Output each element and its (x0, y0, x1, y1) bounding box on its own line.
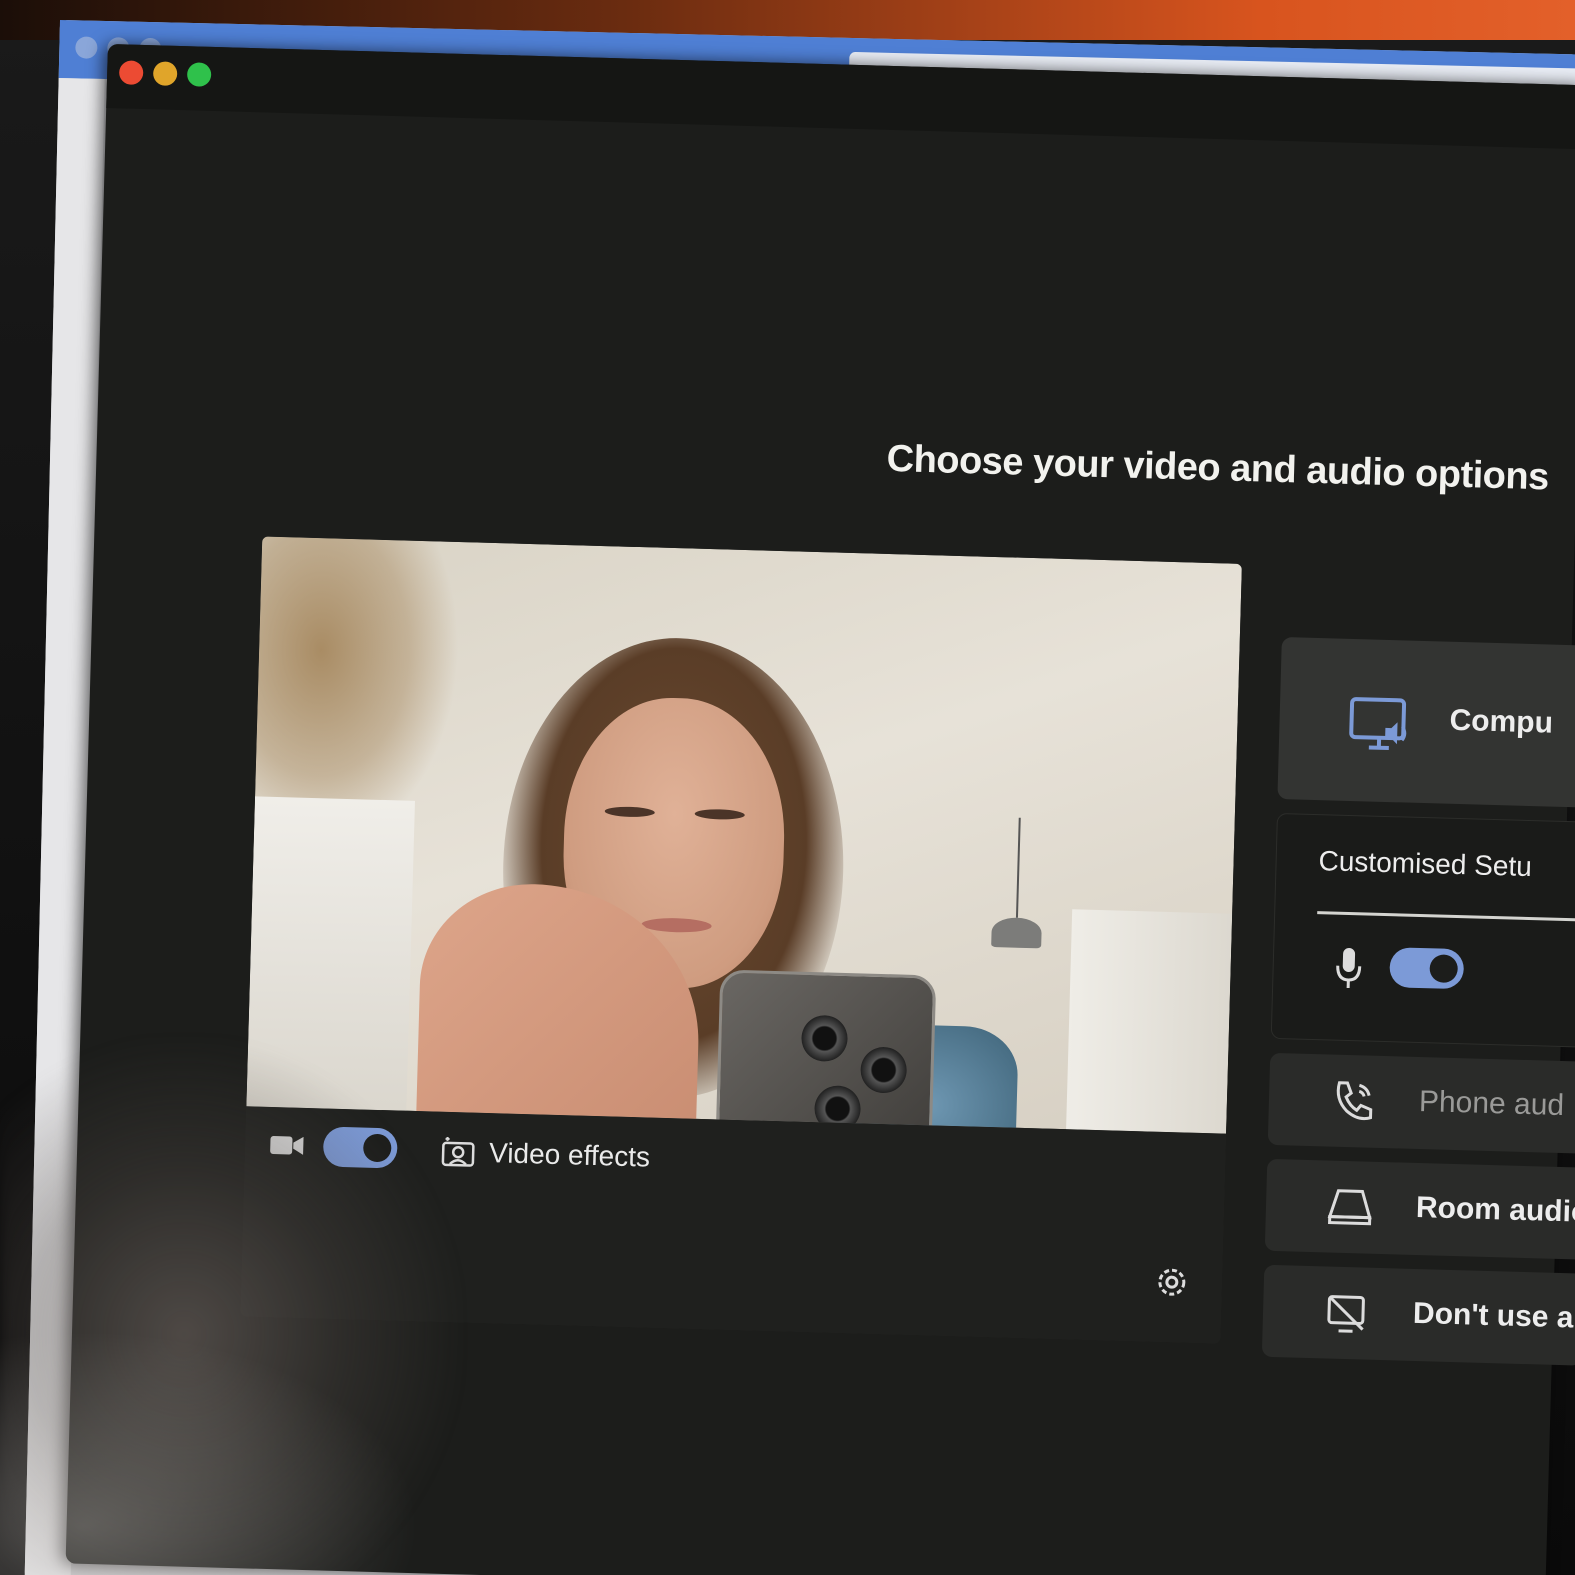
audio-option-label: Customised Setu (1318, 845, 1533, 883)
audio-option-computer[interactable]: Compu (1277, 637, 1575, 808)
phone-audio-icon (1336, 1081, 1373, 1121)
browser-dot (75, 36, 98, 59)
close-window-button[interactable] (118, 60, 144, 85)
minimize-window-button[interactable] (152, 61, 178, 86)
audio-option-label: Don't use au (1412, 1296, 1575, 1335)
audio-option-customised[interactable]: Customised Setu (1270, 812, 1575, 1048)
photo-scene: Choose your video and audio options Vide… (0, 0, 1575, 1575)
audio-option-label: Compu (1449, 703, 1554, 740)
microphone-icon (1336, 948, 1362, 989)
maximize-window-button[interactable] (186, 62, 212, 87)
audio-option-label: Room audio (1415, 1190, 1575, 1229)
video-effects-button[interactable]: Video effects (441, 1132, 651, 1178)
microphone-toggle[interactable] (1389, 947, 1465, 990)
foreground-light (0, 1330, 420, 1575)
divider (1317, 911, 1575, 922)
audio-options-panel: Compu Customised Setu Phone aud Room aud… (1261, 637, 1575, 1380)
computer-audio-icon (1349, 697, 1407, 751)
video-effects-label: Video effects (488, 1137, 651, 1173)
audio-option-label: Phone aud (1418, 1085, 1565, 1123)
audio-option-none[interactable]: Don't use au (1261, 1264, 1575, 1366)
audio-option-room[interactable]: Room audio (1264, 1158, 1575, 1260)
room-audio-icon (1327, 1189, 1372, 1226)
page-title: Choose your video and audio options (886, 437, 1550, 499)
audio-option-phone[interactable]: Phone aud (1267, 1052, 1575, 1154)
no-audio-icon (1327, 1295, 1365, 1333)
toggle-knob (1429, 954, 1459, 984)
gear-icon[interactable] (1151, 1262, 1192, 1303)
